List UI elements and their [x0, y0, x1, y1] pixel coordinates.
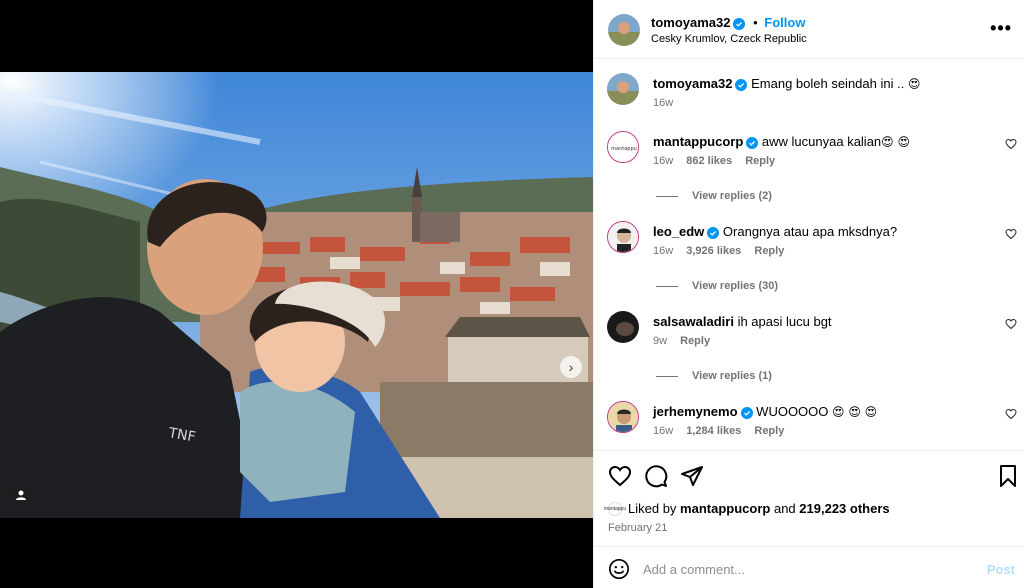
comment-meta: 9w Reply: [653, 335, 720, 347]
comment-text: salsawaladiri ih apasi lucu bgt: [653, 314, 983, 329]
post-media-area: TNF ›: [0, 0, 593, 588]
comment-body: WUOOOOO: [756, 404, 829, 419]
reply-button[interactable]: Reply: [754, 425, 784, 437]
comment-time[interactable]: 16w: [653, 425, 673, 437]
add-comment-bar: Post: [594, 546, 1024, 588]
svg-text:mantappu: mantappu: [611, 146, 637, 152]
comment-emoji: 😍 😍 😍: [832, 405, 878, 419]
caption-time[interactable]: 16w: [653, 97, 673, 109]
commenter-avatar[interactable]: mantappu: [607, 131, 639, 163]
comment-meta: 16w 1,284 likes Reply: [653, 425, 794, 437]
comment-icon[interactable]: [644, 464, 668, 488]
emoji-icon[interactable]: [608, 558, 630, 580]
others-count[interactable]: 219,223 others: [799, 501, 889, 516]
reply-button[interactable]: Reply: [754, 245, 784, 257]
author-avatar[interactable]: [607, 73, 639, 105]
comment-meta: 16w 3,926 likes Reply: [653, 245, 794, 257]
post-photo[interactable]: TNF ›: [0, 72, 593, 518]
commenter-avatar[interactable]: [607, 221, 639, 253]
comment-likes[interactable]: 862 likes: [686, 155, 732, 167]
comment-item: leo_edw Orangnya atau apa mksdnya? 16w 3…: [594, 208, 1024, 298]
caption: tomoyama32 Emang boleh seindah ini .. 😍 …: [594, 60, 1024, 118]
verified-badge-icon: [733, 18, 746, 30]
comment-body: aww lucunyaa kalian: [761, 134, 882, 149]
post-header: tomoyama32 • Follow Cesky Krumlov, Czeck…: [594, 0, 1024, 59]
replies-line: [656, 285, 678, 287]
post-comment-button[interactable]: Post: [987, 562, 1015, 577]
user-tag-icon: [16, 490, 26, 500]
comment-username[interactable]: mantappucorp: [653, 134, 743, 149]
comment-like-heart-icon[interactable]: [1005, 228, 1017, 240]
more-options-icon[interactable]: •••: [990, 18, 1012, 39]
separator-dot: •: [753, 15, 758, 30]
commenter-avatar[interactable]: [607, 311, 639, 343]
comment-item: salsawaladiri ih apasi lucu bgt 9w Reply…: [594, 298, 1024, 388]
caption-body: Emang boleh seindah ini ..: [751, 76, 905, 91]
next-image-button[interactable]: ›: [560, 356, 582, 378]
comment-like-heart-icon[interactable]: [1005, 138, 1017, 150]
liker-avatar[interactable]: mantappu: [604, 501, 626, 516]
comment-likes[interactable]: 1,284 likes: [686, 425, 741, 437]
verified-badge-icon: [746, 137, 759, 149]
tagged-users-button[interactable]: [9, 483, 33, 507]
comment-time[interactable]: 16w: [653, 245, 673, 257]
comment-time[interactable]: 16w: [653, 155, 673, 167]
comment-meta: 16w 862 likes Reply: [653, 155, 785, 167]
comment-item: mantappu mantappucorp aww lucunyaa kalia…: [594, 118, 1024, 208]
comment-item: jerhemynemo WUOOOOO 😍 😍 😍 16w 1,284 like…: [594, 388, 1024, 450]
comment-username[interactable]: leo_edw: [653, 224, 704, 239]
commenter-avatar[interactable]: [607, 401, 639, 433]
liked-by-summary: mantappu Liked by mantappucorp and 219,2…: [604, 501, 890, 516]
comment-text: mantappucorp aww lucunyaa kalian😍 😍: [653, 134, 983, 149]
comment-time[interactable]: 9w: [653, 335, 667, 347]
verified-badge-icon: [735, 79, 748, 91]
verified-badge-icon: [740, 407, 753, 419]
post-date[interactable]: February 21: [608, 522, 667, 534]
view-replies-label: View replies (30): [692, 280, 779, 292]
replies-line: [656, 375, 678, 377]
view-replies-button[interactable]: View replies (1): [656, 370, 772, 382]
comment-emoji: 😍 😍: [881, 135, 910, 149]
reply-button[interactable]: Reply: [745, 155, 775, 167]
post-actions: mantappu Liked by mantappucorp and 219,2…: [594, 450, 1024, 546]
author-line: tomoyama32 • Follow: [651, 15, 805, 30]
liked-by-and: and: [773, 501, 796, 516]
author-username[interactable]: tomoyama32: [651, 15, 730, 30]
verified-badge-icon: [707, 227, 720, 239]
comment-text: leo_edw Orangnya atau apa mksdnya?: [653, 224, 983, 239]
share-icon[interactable]: [680, 464, 704, 488]
view-replies-button[interactable]: View replies (30): [656, 280, 778, 292]
comment-like-heart-icon[interactable]: [1005, 318, 1017, 330]
comment-input[interactable]: [643, 558, 963, 580]
liked-by-prefix: Liked by: [628, 501, 677, 516]
view-replies-label: View replies (1): [692, 370, 772, 382]
follow-button[interactable]: Follow: [764, 15, 805, 30]
caption-meta: 16w: [653, 97, 683, 109]
photo-image: TNF: [0, 72, 593, 518]
caption-username[interactable]: tomoyama32: [653, 76, 732, 91]
view-replies-button[interactable]: View replies (2): [656, 190, 772, 202]
heart-icon[interactable]: [608, 464, 632, 488]
view-replies-label: View replies (2): [692, 190, 772, 202]
liker-username[interactable]: mantappucorp: [680, 501, 770, 516]
bookmark-icon[interactable]: [997, 464, 1019, 488]
comment-username[interactable]: jerhemynemo: [653, 404, 738, 419]
comment-like-heart-icon[interactable]: [1005, 408, 1017, 420]
post-location[interactable]: Cesky Krumlov, Czeck Republic: [651, 33, 807, 45]
caption-emoji: 😍: [907, 77, 921, 91]
caption-text: tomoyama32 Emang boleh seindah ini .. 😍: [653, 76, 983, 91]
comment-username[interactable]: salsawaladiri: [653, 314, 734, 329]
comment-body: Orangnya atau apa mksdnya?: [722, 224, 898, 239]
comment-likes[interactable]: 3,926 likes: [686, 245, 741, 257]
post-side-panel: tomoyama32 • Follow Cesky Krumlov, Czeck…: [593, 0, 1024, 588]
comment-text: jerhemynemo WUOOOOO 😍 😍 😍: [653, 404, 983, 419]
comments-list[interactable]: tomoyama32 Emang boleh seindah ini .. 😍 …: [594, 60, 1024, 450]
replies-line: [656, 195, 678, 197]
author-avatar[interactable]: [608, 14, 640, 46]
reply-button[interactable]: Reply: [680, 335, 710, 347]
comment-body: ih apasi lucu bgt: [737, 314, 832, 329]
